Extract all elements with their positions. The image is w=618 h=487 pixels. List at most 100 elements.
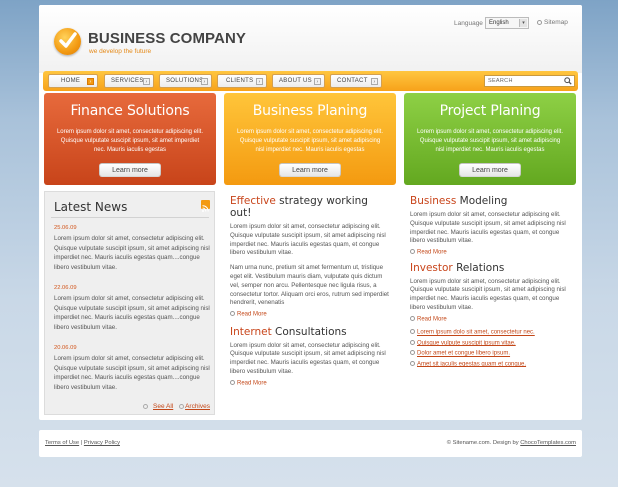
list-item[interactable]: Quisque vulpute suscipit ipsum vitae. <box>410 339 570 351</box>
section-title: Internet Consultations <box>230 326 390 338</box>
section-title-highlight: Internet <box>230 325 272 338</box>
link-label: Amet sit iaculis egestas quam et congue. <box>417 361 527 368</box>
section-text: Lorem ipsum dolor sit amet, consectetur … <box>230 223 386 257</box>
search-input[interactable]: SEARCH <box>484 75 575 87</box>
feature-project: Project Planing Lorem ipsum dolor sit am… <box>404 93 576 185</box>
search-icon[interactable] <box>564 77 572 85</box>
section-title-highlight: Investor <box>410 261 453 274</box>
read-more-link[interactable]: Read More <box>230 379 390 387</box>
list-item[interactable]: Lorem ipsum dolo sit amet, consectetur n… <box>410 329 570 340</box>
read-more-label: Read More <box>237 380 267 387</box>
logo-subtitle: we develop the future <box>89 48 152 55</box>
header: BUSINESS COMPANY we develop the future L… <box>39 5 582 73</box>
arrow-icon <box>179 403 185 409</box>
learn-more-button[interactable]: Learn more <box>459 163 521 177</box>
read-more-link[interactable]: Read More <box>410 315 570 323</box>
logo-title[interactable]: BUSINESS COMPANY <box>88 30 246 47</box>
content-column-middle: Effective strategy working out! Lorem ip… <box>230 195 390 386</box>
feature-text: Lorem ipsum dolor sit amet, consectetur … <box>236 129 384 153</box>
feature-title: Finance Solutions <box>70 103 190 119</box>
sitemap-icon <box>537 19 542 25</box>
nav-about-label: ABOUT US <box>279 78 312 84</box>
news-item: 20.06.09 Lorem ipsum dolor sit amet, con… <box>54 345 214 393</box>
section-text: Lorem ipsum dolor sit amet, consectetur … <box>410 211 566 245</box>
nav-solutions[interactable]: SOLUTIONS › <box>159 74 212 88</box>
chevron-right-icon: › <box>87 78 94 85</box>
see-all-link[interactable]: See All <box>153 403 173 410</box>
chevron-right-icon: › <box>143 78 150 85</box>
feature-title: Business Planing <box>252 103 368 119</box>
read-more-label: Read More <box>417 316 447 323</box>
chevron-down-icon: ▾ <box>519 19 527 27</box>
section-title-highlight: Effective <box>230 195 276 207</box>
list-item[interactable]: Dolor amet et congue libero ipsum. <box>410 350 570 361</box>
content-column-right: Business Modeling Lorem ipsum dolor sit … <box>410 195 570 371</box>
latest-news-panel: Latest News 25.06.09 Lorem ipsum dolor s… <box>44 191 215 415</box>
sitemap-link[interactable]: Sitemap <box>537 19 568 26</box>
read-more-link[interactable]: Read More <box>230 311 390 318</box>
link-label: Quisque vulpute suscipit ipsum vitae. <box>417 340 516 347</box>
feature-text: Lorem ipsum dolor sit amet, consectetur … <box>416 129 564 153</box>
link-list: Lorem ipsum dolo sit amet, consectetur n… <box>410 329 570 371</box>
feature-title: Project Planing <box>439 103 541 119</box>
section-text: Nam urna nunc, pretium sit amet fermentu… <box>230 264 389 307</box>
footer: Terms of Use | Privacy Policy © Sitename… <box>39 430 582 457</box>
sitemap-label: Sitemap <box>544 19 568 26</box>
logo-check-icon[interactable] <box>54 28 81 55</box>
footer-links: Terms of Use | Privacy Policy <box>45 440 120 446</box>
arrow-icon <box>410 315 415 321</box>
arrow-icon <box>230 311 235 317</box>
nav-clients[interactable]: CLIENTS › <box>217 74 267 88</box>
chevron-right-icon: › <box>256 78 263 85</box>
nav-services[interactable]: SERVICES › <box>104 74 154 88</box>
news-item: 25.06.09 Lorem ipsum dolor sit amet, con… <box>54 225 214 273</box>
nav-solutions-label: SOLUTIONS <box>166 78 204 84</box>
read-more-link[interactable]: Read More <box>410 249 570 256</box>
feature-finance: Finance Solutions Lorem ipsum dolor sit … <box>44 93 216 185</box>
read-more-label: Read More <box>237 311 267 318</box>
archives-link[interactable]: Archives <box>185 403 210 410</box>
section-title-rest: Relations <box>452 261 505 274</box>
section-title-rest: Consultations <box>271 325 347 338</box>
nav-about[interactable]: ABOUT US › <box>272 74 325 88</box>
learn-more-button[interactable]: Learn more <box>99 163 161 177</box>
chevron-right-icon: › <box>314 78 321 85</box>
language-select[interactable]: English ▾ <box>485 17 529 29</box>
arrow-icon <box>230 379 235 385</box>
arrow-icon <box>410 329 415 335</box>
news-title: Latest News <box>54 200 128 214</box>
section-title-highlight: Business <box>410 195 457 207</box>
list-item[interactable]: Amet sit iaculis egestas quam et congue. <box>410 360 570 372</box>
section-text: Lorem ipsum dolor sit amet, consectetur … <box>230 341 386 376</box>
chevron-right-icon: › <box>201 78 208 85</box>
news-date: 22.06.09 <box>54 285 77 291</box>
search-placeholder: SEARCH <box>488 78 513 84</box>
section-title-rest: Modeling <box>456 195 508 207</box>
learn-more-button[interactable]: Learn more <box>279 163 341 177</box>
news-text: Lorem ipsum dolor sit amet, consectetur … <box>54 295 210 332</box>
read-more-label: Read More <box>417 249 447 256</box>
chevron-right-icon: › <box>371 78 378 85</box>
arrow-icon <box>410 249 415 255</box>
feature-business: Business Planing Lorem ipsum dolor sit a… <box>224 93 396 185</box>
section-text: Lorem ipsum dolor sit amet, consectetur … <box>410 277 566 312</box>
nav-clients-label: CLIENTS <box>226 78 254 84</box>
copyright-text: © Sitename.com. Design by <box>446 440 521 446</box>
news-date: 25.06.09 <box>54 225 77 231</box>
language-value: English <box>489 20 509 26</box>
nav-contact[interactable]: CONTACT › <box>330 74 382 88</box>
rss-icon[interactable] <box>201 200 210 212</box>
nav-home-label: HOME <box>61 78 81 84</box>
privacy-link[interactable]: Privacy Policy <box>84 440 120 446</box>
designer-link[interactable]: ChocoTemplates.com <box>520 440 576 446</box>
section-title: Investor Relations <box>410 262 570 274</box>
page-container: BUSINESS COMPANY we develop the future L… <box>39 5 582 420</box>
feature-text: Lorem ipsum dolor sit amet, consectetur … <box>56 129 204 153</box>
news-text: Lorem ipsum dolor sit amet, consectetur … <box>54 235 210 272</box>
terms-link[interactable]: Terms of Use <box>45 440 79 446</box>
link-label: Lorem ipsum dolo sit amet, consectetur n… <box>417 329 535 336</box>
link-label: Dolor amet et congue libero ipsum. <box>417 350 511 357</box>
section-title: Effective strategy working out! <box>230 195 390 219</box>
language-label: Language <box>454 20 483 27</box>
nav-home[interactable]: HOME › <box>48 74 98 88</box>
